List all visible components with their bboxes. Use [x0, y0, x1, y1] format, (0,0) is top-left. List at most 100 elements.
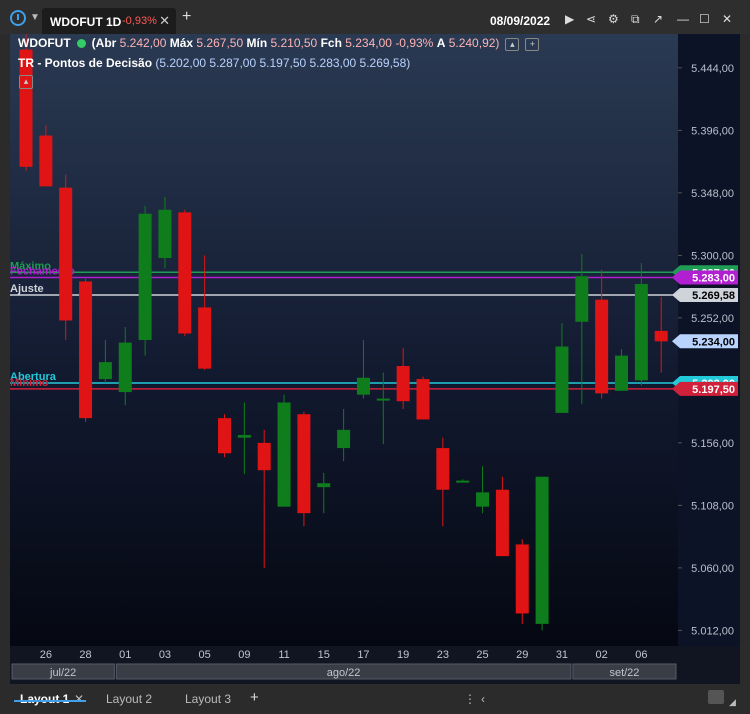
- tab-layout-2[interactable]: Layout 2: [106, 692, 152, 706]
- y-tick-label: 5.012,00: [691, 625, 734, 637]
- resize-grip-icon[interactable]: ◢: [729, 697, 736, 708]
- top-toolbar: ▼ WDOFUT 1D -0,93% ✕ + 08/09/2022 ▶ ⋖ ⚙ …: [0, 0, 750, 34]
- candle-body: [396, 366, 410, 402]
- close-label: Fch: [320, 36, 342, 50]
- candle-body: [356, 377, 370, 395]
- low-label: Mín: [246, 36, 268, 50]
- candle-body: [158, 209, 172, 258]
- candle-body: [79, 281, 93, 419]
- open-label: (Abr: [91, 36, 117, 50]
- candle-body: [575, 276, 589, 322]
- settings-icon[interactable]: ⚙: [608, 12, 619, 26]
- price-tag-label: 5.283,00: [692, 272, 735, 284]
- live-status-icon: [76, 39, 86, 48]
- candle-body: [495, 489, 509, 557]
- x-tick-label: 15: [318, 649, 330, 661]
- share-icon[interactable]: ⋖: [586, 12, 596, 26]
- tab-layout-3[interactable]: Layout 3: [185, 692, 231, 706]
- clock-icon[interactable]: [10, 10, 26, 26]
- open-value: 5.242,00: [119, 36, 167, 50]
- more-icon[interactable]: ⋮: [464, 692, 476, 706]
- price-tag-label: 5.269,58: [692, 290, 735, 302]
- candle-body: [555, 346, 569, 413]
- month-label: set/22: [609, 667, 639, 679]
- x-tick-label: 09: [238, 649, 250, 661]
- y-tick-label: 5.396,00: [691, 125, 734, 137]
- candle-body: [615, 355, 628, 391]
- candle-body: [416, 379, 430, 420]
- x-tick-label: 31: [556, 649, 568, 661]
- chart-area[interactable]: Máximo Fechamento Ajuste Abertura Mínimo 5.0…: [10, 34, 740, 684]
- candle-body: [535, 476, 549, 624]
- close-window-icon[interactable]: ✕: [722, 12, 732, 26]
- tab-layout-1[interactable]: Layout 1: [20, 692, 69, 706]
- candle-body: [654, 330, 668, 342]
- x-tick-label: 17: [357, 649, 369, 661]
- candle-body: [595, 299, 609, 394]
- chevron-down-icon[interactable]: ▼: [30, 12, 40, 23]
- y-tick-label: 5.156,00: [691, 438, 734, 450]
- decision-line-name: Ajuste: [10, 283, 44, 295]
- x-tick-label: 05: [199, 649, 211, 661]
- candle-body: [118, 342, 132, 393]
- close-icon[interactable]: ✕: [74, 692, 84, 706]
- add-tab-icon[interactable]: +: [182, 9, 191, 25]
- candle-body: [634, 284, 648, 381]
- close-value: 5.234,00: [345, 36, 392, 50]
- candle-body: [218, 418, 231, 454]
- active-tab-underline: [14, 700, 86, 702]
- candlestick-chart[interactable]: MáximoFechamentoAjusteAberturaMínimo 5.0…: [10, 34, 740, 684]
- change-value: -0,93%: [395, 36, 434, 50]
- trend-icon[interactable]: ↗: [653, 12, 663, 26]
- candle-body: [337, 429, 351, 449]
- high-label: Máx: [169, 36, 194, 50]
- candle-body: [436, 448, 450, 490]
- x-tick-label: 19: [397, 649, 409, 661]
- low-value: 5.210,50: [270, 36, 318, 50]
- collapse-icon[interactable]: ▴: [505, 38, 520, 51]
- x-tick-label: 25: [476, 649, 488, 661]
- panel-toggle-icon[interactable]: [708, 690, 724, 704]
- tab-wdofut[interactable]: WDOFUT 1D -0,93% ✕: [42, 8, 176, 34]
- add-layout-icon[interactable]: +: [250, 689, 259, 706]
- candle-body: [257, 442, 271, 471]
- y-tick-label: 5.060,00: [691, 563, 734, 575]
- x-tick-label: 23: [437, 649, 449, 661]
- plot-background: [10, 34, 678, 646]
- symbol: WDOFUT: [18, 36, 71, 50]
- candle-body: [59, 187, 73, 321]
- candle-body: [476, 492, 490, 507]
- play-icon[interactable]: ▶: [565, 12, 574, 26]
- tab-title: WDOFUT 1D: [50, 15, 122, 29]
- price-tag-label: 5.197,50: [692, 384, 735, 396]
- y-tick-label: 5.300,00: [691, 250, 734, 262]
- x-tick-label: 26: [40, 649, 52, 661]
- candle-body: [297, 414, 311, 514]
- candle-body: [198, 307, 212, 369]
- collapse-indicator-icon[interactable]: ▴: [19, 75, 33, 89]
- x-tick-label: 02: [596, 649, 608, 661]
- indicator-values: (5.202,00 5.287,00 5.197,50 5.283,00 5.2…: [155, 56, 411, 70]
- y-tick-label: 5.444,00: [691, 63, 734, 75]
- candle-body: [277, 402, 291, 507]
- add-indicator-icon[interactable]: +: [525, 38, 540, 51]
- month-label: ago/22: [327, 667, 361, 679]
- avg-value: 5.240,92): [448, 36, 500, 50]
- maximize-icon[interactable]: ☐: [699, 12, 710, 26]
- x-tick-label: 06: [635, 649, 647, 661]
- tab-change: -0,93%: [122, 15, 157, 27]
- indicator-header: TR - Pontos de Decisão (5.202,00 5.287,0…: [18, 56, 410, 70]
- candle-body: [237, 435, 251, 438]
- x-tick-label: 01: [119, 649, 131, 661]
- candle-body: [376, 398, 390, 401]
- close-icon[interactable]: ✕: [159, 13, 170, 29]
- y-tick-label: 5.252,00: [691, 313, 734, 325]
- chart-icon[interactable]: ⧉: [631, 12, 640, 27]
- layout-bar: Layout 1 ✕ Layout 2 Layout 3 + ⋮ ‹ ◢: [0, 684, 750, 714]
- scroll-left-icon[interactable]: ‹: [481, 692, 485, 706]
- candle-body: [98, 362, 112, 380]
- x-tick-label: 11: [278, 649, 289, 661]
- y-tick-label: 5.108,00: [691, 500, 734, 512]
- candle-body: [138, 213, 152, 340]
- minimize-icon[interactable]: —: [677, 12, 689, 26]
